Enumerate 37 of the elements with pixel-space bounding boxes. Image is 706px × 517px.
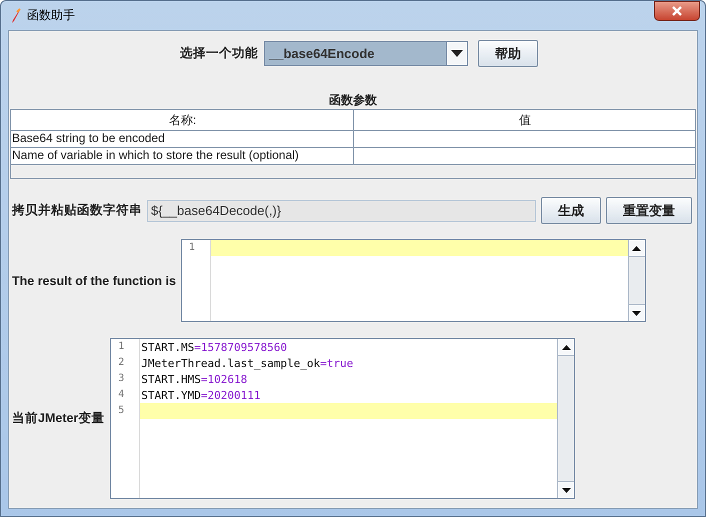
line-number: 4 bbox=[117, 388, 124, 402]
scroll-down-icon[interactable] bbox=[632, 310, 642, 316]
column-header[interactable]: 值 bbox=[354, 110, 695, 130]
code-line: START.HMS=102618 bbox=[141, 373, 248, 386]
function-dropdown[interactable]: __base64Encode bbox=[264, 41, 468, 66]
table-cell: Name of variable in which to store the result (optional) bbox=[11, 148, 354, 164]
code-line: START.YMD=20200111 bbox=[141, 389, 261, 402]
scrollbar[interactable] bbox=[628, 240, 645, 321]
result-editor[interactable]: 1 bbox=[180, 239, 646, 322]
line-number: 3 bbox=[117, 372, 124, 386]
code-line: JMeterThread.last_sample_ok=true bbox=[141, 357, 354, 370]
table-cell: Base64 string to be encoded bbox=[11, 131, 354, 147]
action-button[interactable]: 生成 bbox=[541, 197, 601, 224]
line-number: 1 bbox=[117, 340, 124, 354]
scroll-up-icon[interactable] bbox=[562, 344, 571, 350]
scroll-down-icon[interactable] bbox=[562, 488, 571, 492]
close-icon bbox=[672, 6, 682, 16]
line-number: 5 bbox=[117, 404, 124, 418]
code-line: START.MS=1578709578560 bbox=[141, 341, 287, 354]
line-number: 1 bbox=[188, 241, 195, 255]
help-button[interactable]: 帮助 bbox=[478, 40, 538, 67]
action-button[interactable]: 重置变量 bbox=[606, 197, 692, 224]
function-label: 选择一个功能 bbox=[180, 45, 258, 62]
variables-editor[interactable]: 1 2 3 4 5 START.MS=1578709578560 JMeterThread.last_sample_ok=true START.HMS=102618 START.YMD=20200111 bbox=[110, 338, 576, 499]
window-title: 函数助手 bbox=[27, 7, 75, 24]
scrollbar[interactable] bbox=[557, 339, 574, 498]
section-title: 函数参数 bbox=[328, 92, 378, 108]
feather-icon bbox=[11, 8, 21, 24]
caret-icon bbox=[451, 50, 463, 57]
scroll-up-icon[interactable] bbox=[632, 246, 642, 250]
result-label: The result of the function is bbox=[12, 274, 176, 288]
line-number: 2 bbox=[117, 356, 124, 370]
column-header[interactable]: 名称: bbox=[11, 110, 354, 130]
variables-label: 当前JMeter变量 bbox=[12, 410, 104, 427]
function-string-field[interactable]: ${__base64Decode(,)} bbox=[147, 200, 536, 222]
close-button[interactable] bbox=[654, 1, 700, 21]
function-string-label: 拷贝并粘贴函数字符串 bbox=[12, 202, 142, 219]
